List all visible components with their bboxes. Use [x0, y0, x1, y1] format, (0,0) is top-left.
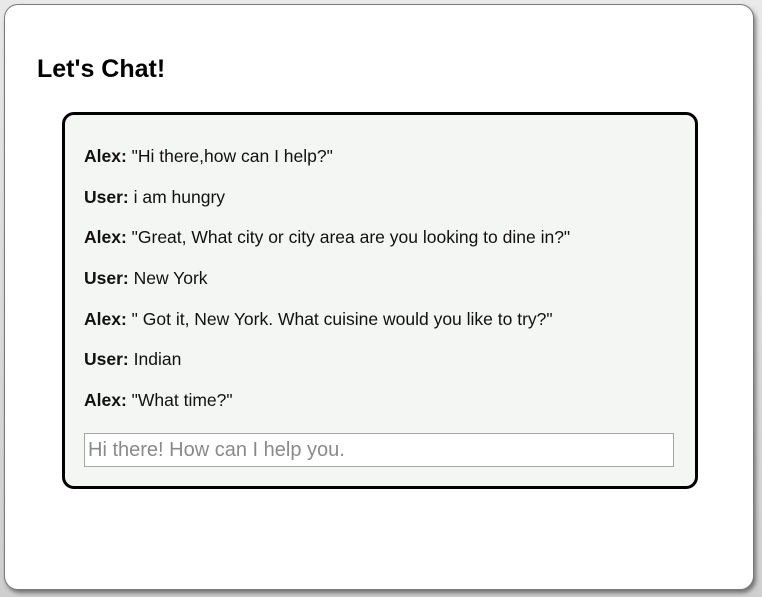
- message-speaker: Alex:: [84, 308, 127, 329]
- chat-message: Alex: " Got it, New York. What cuisine w…: [84, 308, 570, 349]
- chat-message: User: i am hungry: [84, 186, 570, 227]
- chat-message: User: Indian: [84, 348, 570, 389]
- page-title: Let's Chat!: [37, 55, 166, 83]
- chat-message: Alex: "Great, What city or city area are…: [84, 226, 570, 267]
- chat-box: Alex: "Hi there,how can I help?" User: i…: [62, 112, 698, 489]
- chat-message: Alex: "What time?": [84, 389, 570, 430]
- message-speaker: Alex:: [84, 146, 127, 166]
- message-speaker: Alex:: [84, 390, 127, 411]
- message-text: "What time?": [131, 390, 233, 411]
- message-speaker: User:: [84, 268, 129, 289]
- message-text: "Great, What city or city area are you l…: [131, 227, 571, 248]
- message-text: i am hungry: [133, 186, 226, 207]
- message-text: Indian: [133, 349, 182, 370]
- page-background: Let's Chat! Alex: "Hi there,how can I he…: [0, 0, 762, 597]
- message-speaker: Alex:: [84, 227, 127, 248]
- message-speaker: User:: [84, 186, 129, 207]
- chat-window: Let's Chat! Alex: "Hi there,how can I he…: [4, 4, 754, 590]
- chat-message: User: New York: [84, 267, 570, 308]
- message-text: " Got it, New York. What cuisine would y…: [131, 308, 553, 329]
- message-text: "Hi there,how can I help?": [131, 146, 333, 166]
- chat-input[interactable]: [84, 433, 674, 467]
- message-list: Alex: "Hi there,how can I help?" User: i…: [84, 145, 570, 430]
- message-speaker: User:: [84, 349, 129, 370]
- message-text: New York: [133, 268, 208, 289]
- chat-message: Alex: "Hi there,how can I help?": [84, 145, 570, 186]
